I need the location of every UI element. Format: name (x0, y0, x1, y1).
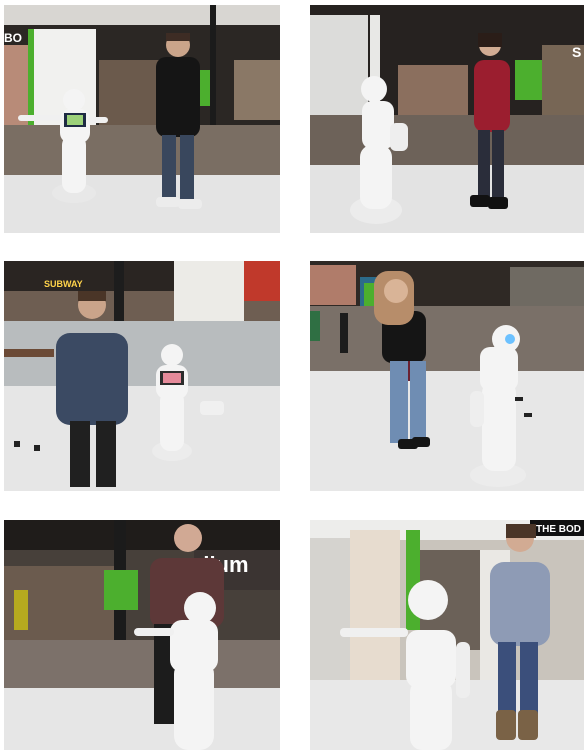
store-sign-text: SUBWAY (44, 279, 83, 289)
photo-panel-5: dium (4, 520, 280, 750)
store-sign-text: S (572, 44, 581, 60)
store-sign-text: BO (4, 31, 22, 45)
photo-panel-4 (310, 261, 584, 491)
photo-panel-2: S (310, 5, 584, 233)
photo-panel-6: THE BOD (310, 520, 584, 750)
photo-panel-3: SUBWAY (4, 261, 280, 491)
photo-panel-1: BO (4, 5, 280, 233)
store-sign-text: THE BOD (536, 524, 581, 535)
